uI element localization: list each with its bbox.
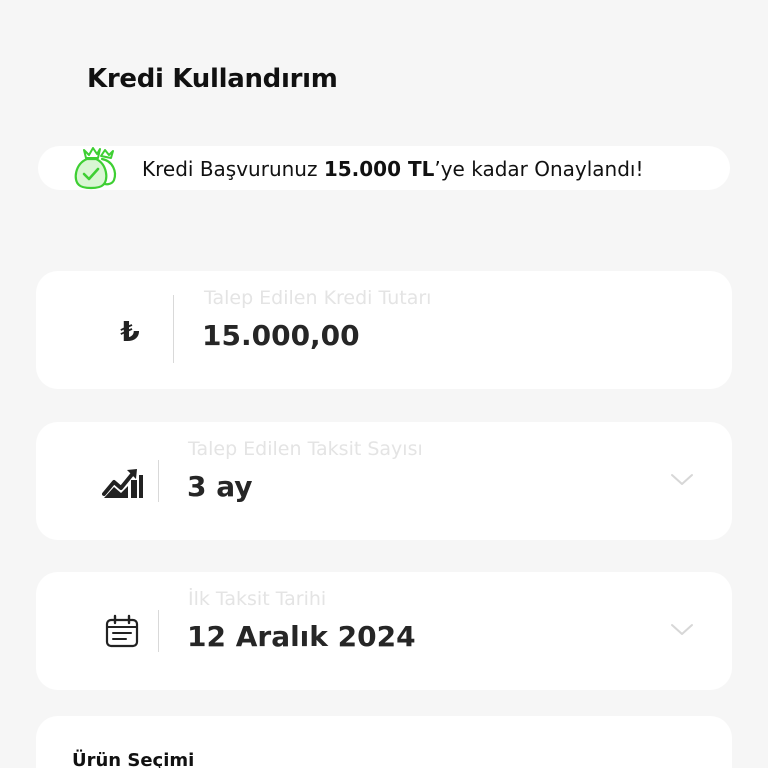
credit-amount-field[interactable]: ₺ Talep Edilen Kredi Tutarı 15.000,00 [36,271,732,389]
field-divider [173,295,174,363]
field-divider [158,610,159,652]
money-bags-approved-icon [74,147,117,190]
growth-chart-icon [102,469,143,498]
approved-amount: 15.000 TL [323,157,435,181]
installment-count-label: Talep Edilen Taksit Sayısı [188,438,423,460]
product-selection-title: Ürün Seçimi [72,750,195,768]
chevron-down-icon[interactable] [670,472,694,488]
calendar-icon [105,614,139,648]
approval-message: Kredi Başvurunuz 15.000 TL’ye kadar Onay… [142,157,644,181]
product-selection-section: Ürün Seçimi [36,716,732,768]
approval-message-suffix: ’ye kadar Onaylandı! [434,157,644,181]
chevron-down-icon[interactable] [670,622,694,638]
installment-count-value: 3 ay [187,470,253,503]
approval-banner: Kredi Başvurunuz 15.000 TL’ye kadar Onay… [38,146,730,190]
page-title: Kredi Kullandırım [87,64,338,94]
credit-amount-input[interactable]: 15.000,00 [202,319,360,352]
turkish-lira-icon: ₺ [120,314,140,348]
field-divider [158,460,159,502]
screen: Kredi Kullandırım Kredi Başvurunuz 15.00… [0,0,768,768]
first-installment-date-value: 12 Aralık 2024 [187,620,416,653]
first-installment-date-select[interactable]: İlk Taksit Tarihi 12 Aralık 2024 [36,572,732,690]
credit-amount-label: Talep Edilen Kredi Tutarı [204,287,432,309]
installment-count-select[interactable]: Talep Edilen Taksit Sayısı 3 ay [36,422,732,540]
approval-message-prefix: Kredi Başvurunuz [142,157,324,181]
first-installment-date-label: İlk Taksit Tarihi [188,588,327,610]
